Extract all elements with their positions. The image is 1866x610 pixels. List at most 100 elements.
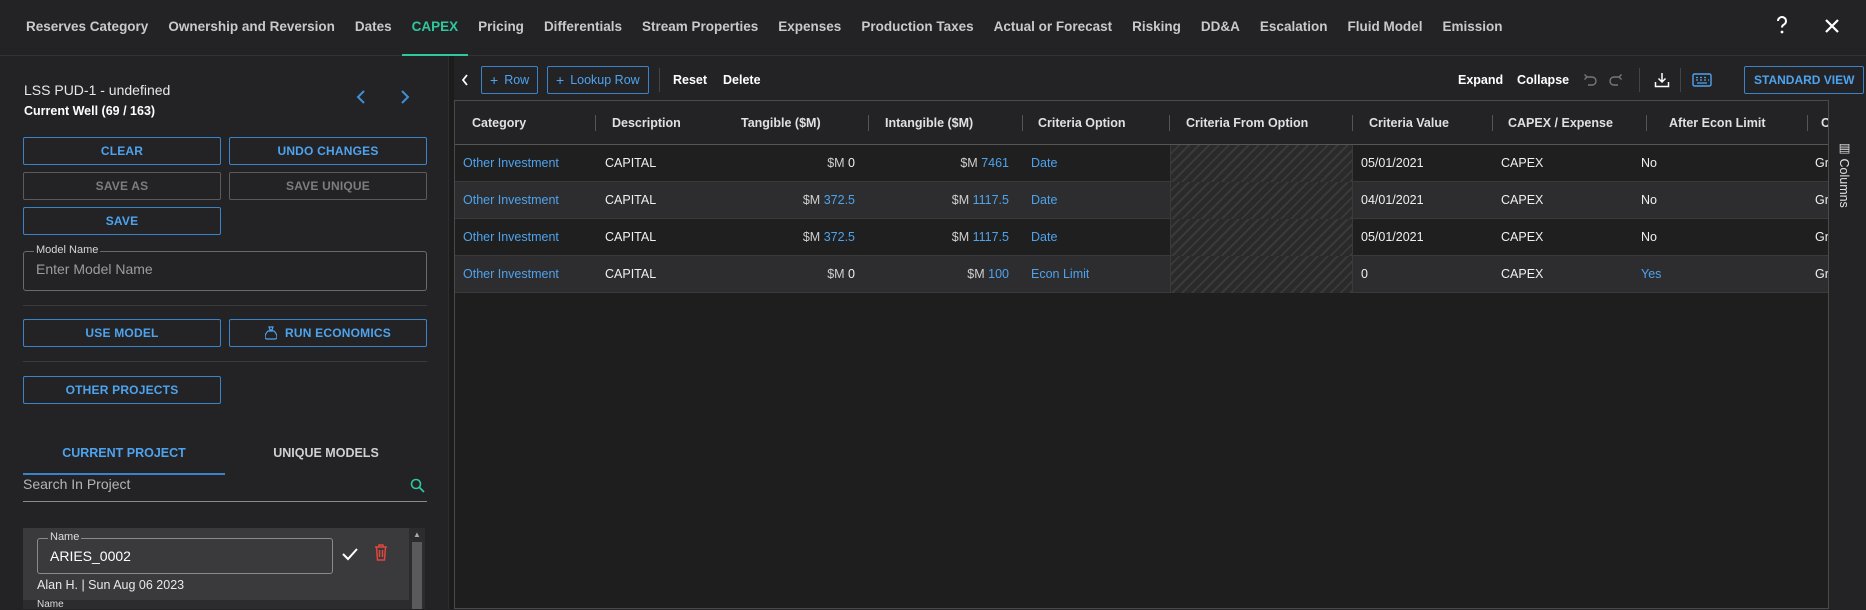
save-unique-button[interactable]: SAVE UNIQUE	[229, 172, 427, 200]
tab-dates[interactable]: Dates	[345, 0, 402, 56]
table-row[interactable]: Other Investment CAPITAL $M 372.5 $M 111…	[455, 182, 1828, 219]
tab-unique-models[interactable]: UNIQUE MODELS	[225, 431, 427, 475]
capex-expense-cell[interactable]: CAPEX	[1501, 256, 1543, 293]
model-list-item[interactable]: Name ARIES_0002 Alan H. | Sun Aug 06 202…	[23, 528, 409, 600]
collapse-button[interactable]: Collapse	[1517, 66, 1569, 94]
close-icon[interactable]	[1820, 14, 1844, 38]
undo-icon[interactable]	[1583, 66, 1597, 94]
column-resize-handle[interactable]	[868, 115, 869, 131]
tab-risking[interactable]: Risking	[1122, 0, 1191, 56]
tab-actual-or-forecast[interactable]: Actual or Forecast	[984, 0, 1123, 56]
description-cell[interactable]: CAPITAL	[605, 182, 656, 219]
add-lookup-row-button[interactable]: + Lookup Row	[547, 66, 649, 94]
tangible-cell[interactable]: $M 372.5	[715, 219, 855, 256]
search-input[interactable]	[23, 476, 383, 492]
tab-dda[interactable]: DD&A	[1191, 0, 1250, 56]
previous-well-icon[interactable]	[356, 88, 366, 109]
table-row[interactable]: Other Investment CAPITAL $M 0 $M 100 Eco…	[455, 256, 1828, 293]
table-row[interactable]: Other Investment CAPITAL $M 0 $M 7461 Da…	[455, 145, 1828, 182]
help-icon[interactable]	[1770, 14, 1794, 38]
description-cell[interactable]: CAPITAL	[605, 219, 656, 256]
after-econ-limit-cell[interactable]: No	[1641, 182, 1657, 219]
description-cell[interactable]: CAPITAL	[605, 145, 656, 182]
column-resize-handle[interactable]	[1646, 115, 1647, 131]
tab-reserves-category[interactable]: Reserves Category	[16, 0, 158, 56]
intangible-cell[interactable]: $M 1117.5	[875, 219, 1009, 256]
tangible-cell[interactable]: $M 0	[715, 145, 855, 182]
column-resize-handle[interactable]	[595, 115, 596, 131]
category-cell[interactable]: Other Investment	[463, 219, 559, 256]
delete-trash-icon[interactable]	[374, 544, 388, 566]
columns-toggle[interactable]: ▤ Columns	[1837, 140, 1852, 208]
column-header-criteria-option[interactable]: Criteria Option	[1038, 101, 1126, 145]
redo-icon[interactable]	[1609, 66, 1623, 94]
reset-button[interactable]: Reset	[673, 66, 707, 94]
column-header-tangible[interactable]: Tangible ($M)	[741, 101, 821, 145]
intangible-cell[interactable]: $M 100	[875, 256, 1009, 293]
tab-stream-properties[interactable]: Stream Properties	[632, 0, 768, 56]
criteria-option-cell[interactable]: Econ Limit	[1031, 256, 1089, 293]
tab-escalation[interactable]: Escalation	[1250, 0, 1338, 56]
model-name-input[interactable]	[36, 261, 416, 277]
keyboard-icon[interactable]	[1692, 66, 1712, 94]
criteria-value-cell[interactable]: 04/01/2021	[1361, 182, 1424, 219]
tab-fluid-model[interactable]: Fluid Model	[1337, 0, 1432, 56]
column-header-description[interactable]: Description	[612, 101, 681, 145]
criteria-option-cell[interactable]: Date	[1031, 182, 1057, 219]
tab-differentials[interactable]: Differentials	[534, 0, 632, 56]
criteria-value-cell[interactable]: 05/01/2021	[1361, 219, 1424, 256]
next-well-icon[interactable]	[400, 88, 410, 109]
model-name-edit-field[interactable]: Name ARIES_0002	[37, 531, 333, 574]
tab-ownership-and-reversion[interactable]: Ownership and Reversion	[158, 0, 345, 56]
scrollbar-thumb[interactable]	[412, 542, 422, 609]
scroll-up-icon[interactable]: ▲	[413, 530, 421, 539]
truncated-cell[interactable]: Gr	[1815, 182, 1828, 219]
truncated-cell[interactable]: Gr	[1815, 145, 1828, 182]
run-economics-button[interactable]: RUN ECONOMICS	[229, 319, 427, 347]
category-cell[interactable]: Other Investment	[463, 182, 559, 219]
save-button[interactable]: SAVE	[23, 207, 221, 235]
other-projects-button[interactable]: OTHER PROJECTS	[23, 376, 221, 404]
table-row[interactable]: Other Investment CAPITAL $M 372.5 $M 111…	[455, 219, 1828, 256]
after-econ-limit-cell[interactable]: No	[1641, 219, 1657, 256]
tab-current-project[interactable]: CURRENT PROJECT	[23, 431, 225, 475]
save-as-button[interactable]: SAVE AS	[23, 172, 221, 200]
undo-changes-button[interactable]: UNDO CHANGES	[229, 137, 427, 165]
description-cell[interactable]: CAPITAL	[605, 256, 656, 293]
import-icon[interactable]	[1654, 66, 1670, 94]
column-resize-handle[interactable]	[1022, 115, 1023, 131]
model-list-item[interactable]: Name	[23, 599, 409, 610]
criteria-value-cell[interactable]: 05/01/2021	[1361, 145, 1424, 182]
standard-view-button[interactable]: STANDARD VIEW	[1744, 66, 1865, 94]
intangible-cell[interactable]: $M 1117.5	[875, 182, 1009, 219]
use-model-button[interactable]: USE MODEL	[23, 319, 221, 347]
criteria-option-cell[interactable]: Date	[1031, 145, 1057, 182]
category-cell[interactable]: Other Investment	[463, 145, 559, 182]
truncated-cell[interactable]: Gr	[1815, 219, 1828, 256]
column-header-truncated[interactable]: C	[1821, 101, 1828, 145]
tab-pricing[interactable]: Pricing	[468, 0, 534, 56]
column-resize-handle[interactable]	[1169, 115, 1170, 131]
column-header-intangible[interactable]: Intangible ($M)	[885, 101, 973, 145]
intangible-cell[interactable]: $M 7461	[875, 145, 1009, 182]
column-resize-handle[interactable]	[1352, 115, 1353, 131]
after-econ-limit-cell[interactable]: Yes	[1641, 256, 1661, 293]
after-econ-limit-cell[interactable]: No	[1641, 145, 1657, 182]
expand-button[interactable]: Expand	[1458, 66, 1503, 94]
category-cell[interactable]: Other Investment	[463, 256, 559, 293]
add-row-button[interactable]: + Row	[481, 66, 539, 94]
capex-expense-cell[interactable]: CAPEX	[1501, 145, 1543, 182]
tangible-cell[interactable]: $M 0	[715, 256, 855, 293]
column-header-capex-expense[interactable]: CAPEX / Expense	[1508, 101, 1613, 145]
column-resize-handle[interactable]	[1492, 115, 1493, 131]
column-header-criteria-value[interactable]: Criteria Value	[1369, 101, 1449, 145]
delete-button[interactable]: Delete	[723, 66, 761, 94]
truncated-cell[interactable]: Gr	[1815, 256, 1828, 293]
model-list-scrollbar[interactable]: ▲	[409, 528, 425, 609]
tab-production-taxes[interactable]: Production Taxes	[851, 0, 983, 56]
column-header-after-econ-limit[interactable]: After Econ Limit	[1669, 101, 1766, 145]
tab-capex[interactable]: CAPEX	[401, 0, 469, 56]
collapse-panel-icon[interactable]	[461, 66, 469, 94]
tab-expenses[interactable]: Expenses	[768, 0, 851, 56]
capex-expense-cell[interactable]: CAPEX	[1501, 219, 1543, 256]
